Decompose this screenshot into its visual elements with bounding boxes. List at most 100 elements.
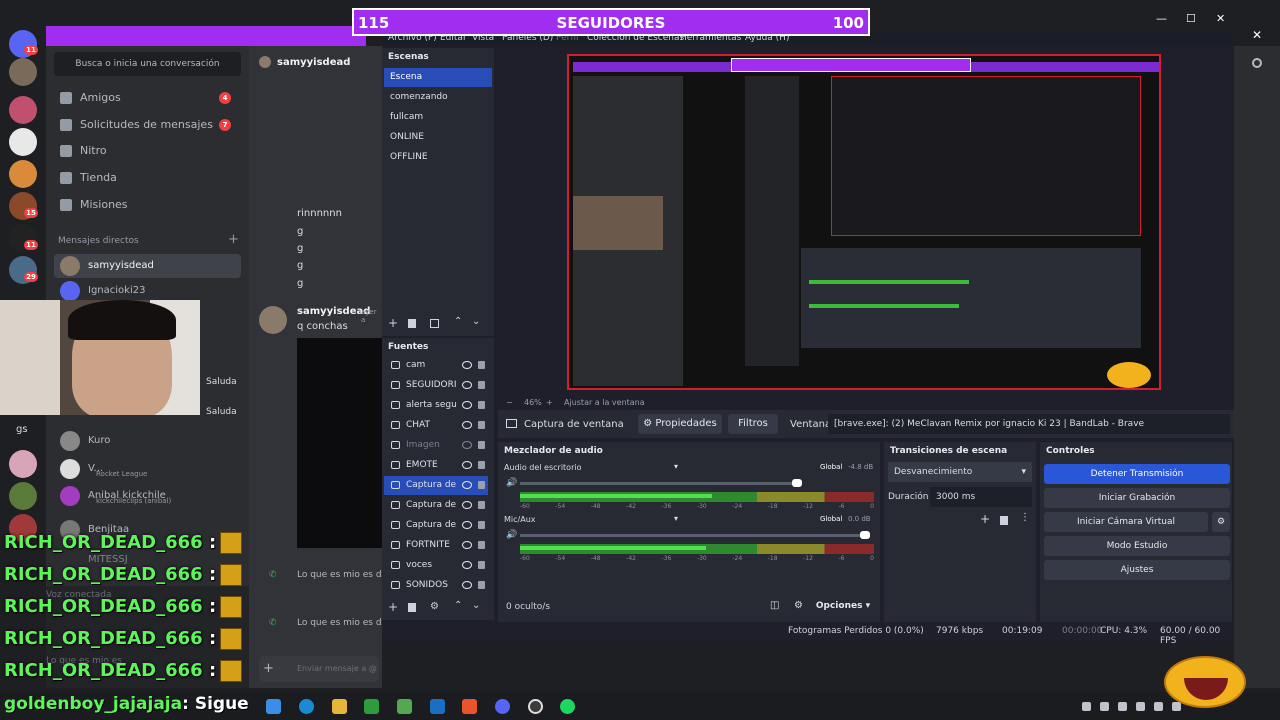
move-down-icon[interactable]: ⌄ xyxy=(472,316,480,327)
file-explorer-icon[interactable] xyxy=(332,699,347,714)
filters-button[interactable]: Filtros xyxy=(728,414,778,434)
options-button[interactable]: Opciones ▾ xyxy=(814,597,872,615)
spotify-icon[interactable] xyxy=(560,699,575,714)
store-icon[interactable] xyxy=(397,699,412,714)
volume-slider[interactable] xyxy=(520,482,798,485)
copilot-icon[interactable] xyxy=(266,699,281,714)
add-scene-icon[interactable]: + xyxy=(388,316,398,330)
close-icon[interactable]: ✕ xyxy=(1216,12,1225,25)
nav-message-requests[interactable]: Solicitudes de mensajes 7 xyxy=(54,113,241,137)
obs-icon[interactable] xyxy=(528,699,543,714)
eye-icon[interactable] xyxy=(462,581,472,589)
eye-icon[interactable] xyxy=(462,381,472,389)
brave-icon[interactable] xyxy=(462,699,477,714)
source-item[interactable]: CHAT xyxy=(384,416,488,435)
tray-icon[interactable] xyxy=(1118,702,1127,711)
fit-to-window[interactable]: Ajustar a la ventana xyxy=(564,398,645,407)
scene-filter-icon[interactable] xyxy=(430,319,439,328)
nav-shop[interactable]: Tienda xyxy=(54,166,241,190)
server-folder-label[interactable]: gs xyxy=(16,424,28,435)
layout-icon[interactable]: ◫ xyxy=(770,600,779,611)
lock-icon[interactable] xyxy=(478,521,485,529)
source-item[interactable]: Captura de xyxy=(384,516,488,535)
lock-icon[interactable] xyxy=(478,561,485,569)
close-icon[interactable]: ✕ xyxy=(1252,28,1262,42)
source-item[interactable]: SONIDOS xyxy=(384,576,488,595)
scene-item[interactable]: OFFLINE xyxy=(384,148,492,167)
source-item[interactable]: cam xyxy=(384,356,488,375)
discord-icon[interactable] xyxy=(495,699,510,714)
lock-icon[interactable] xyxy=(478,441,485,449)
eye-icon[interactable] xyxy=(462,481,472,489)
eye-icon[interactable] xyxy=(462,561,472,569)
add-dm-icon[interactable]: + xyxy=(228,232,239,247)
message-input[interactable]: + Enviar mensaje a @samyyisdead xyxy=(259,656,379,682)
duration-input[interactable]: 3000 ms xyxy=(930,487,1032,507)
dm-item[interactable]: Kuro xyxy=(54,429,241,453)
lock-icon[interactable] xyxy=(478,541,485,549)
eye-icon[interactable] xyxy=(462,401,472,409)
trash-icon[interactable] xyxy=(408,603,416,612)
eye-icon[interactable] xyxy=(462,421,472,429)
move-down-icon[interactable]: ⌄ xyxy=(472,600,480,611)
server-icon[interactable] xyxy=(9,160,37,188)
search-icon[interactable] xyxy=(1252,58,1262,68)
battery-icon[interactable] xyxy=(1172,702,1181,711)
lock-icon[interactable] xyxy=(478,481,485,489)
source-item[interactable]: Captura de xyxy=(384,496,488,515)
add-attachment-icon[interactable]: + xyxy=(263,661,274,676)
volume-icon[interactable] xyxy=(1154,702,1163,711)
nav-nitro[interactable]: Nitro xyxy=(54,139,241,163)
add-transition-icon[interactable]: + xyxy=(980,512,990,526)
transition-select[interactable]: Desvanecimiento ▾ xyxy=(888,462,1032,482)
mail-icon[interactable] xyxy=(430,699,445,714)
xbox-icon[interactable] xyxy=(364,699,379,714)
server-icon[interactable] xyxy=(9,482,37,510)
stop-streaming-button[interactable]: Detener Transmisión xyxy=(1044,464,1230,484)
start-recording-button[interactable]: Iniciar Grabación xyxy=(1044,488,1230,508)
trash-icon[interactable] xyxy=(408,319,416,328)
lock-icon[interactable] xyxy=(478,421,485,429)
edge-icon[interactable] xyxy=(299,699,314,714)
greet-button[interactable]: Saluda xyxy=(206,407,237,417)
nav-friends[interactable]: Amigos 4 xyxy=(54,86,241,110)
lock-icon[interactable] xyxy=(478,461,485,469)
move-up-icon[interactable]: ⌃ xyxy=(454,600,462,611)
trash-icon[interactable] xyxy=(1000,516,1008,525)
source-item[interactable]: FORTNITE xyxy=(384,536,488,555)
server-icon[interactable] xyxy=(9,128,37,156)
eye-icon[interactable] xyxy=(462,521,472,529)
dm-search-button[interactable]: Busca o inicia una conversación xyxy=(54,52,241,76)
zoom-in-icon[interactable]: + xyxy=(546,398,553,407)
volume-icon[interactable]: 🔊 xyxy=(506,530,517,540)
source-item[interactable]: voces xyxy=(384,556,488,575)
zoom-out-icon[interactable]: − xyxy=(506,398,513,407)
eye-hidden-icon[interactable] xyxy=(462,441,472,449)
eye-icon[interactable] xyxy=(462,501,472,509)
virtual-camera-button[interactable]: Iniciar Cámara Virtual xyxy=(1044,512,1208,532)
lock-icon[interactable] xyxy=(478,581,485,589)
chevron-down-icon[interactable]: ▾ xyxy=(674,514,678,523)
eye-icon[interactable] xyxy=(462,541,472,549)
move-up-icon[interactable]: ⌃ xyxy=(454,316,462,327)
gear-icon[interactable]: ⚙ xyxy=(430,601,439,612)
more-options-icon[interactable]: ⋮ xyxy=(1020,512,1030,523)
settings-button[interactable]: Ajustes xyxy=(1044,560,1230,580)
source-item[interactable]: EMOTE xyxy=(384,456,488,475)
server-icon[interactable] xyxy=(9,58,37,86)
eye-icon[interactable] xyxy=(462,361,472,369)
dm-item[interactable]: samyyisdead xyxy=(54,254,241,278)
nav-quests[interactable]: Misiones xyxy=(54,193,241,217)
window-select[interactable]: [brave.exe]: (2) MeClavan Remix por igna… xyxy=(828,414,1230,434)
source-item[interactable]: Captura de xyxy=(384,476,488,495)
volume-handle[interactable] xyxy=(860,531,870,539)
source-item[interactable]: SEGUIDORI xyxy=(384,376,488,395)
source-item[interactable]: Imagen xyxy=(384,436,488,455)
server-icon[interactable] xyxy=(9,96,37,124)
scene-item[interactable]: comenzando xyxy=(384,88,492,107)
scene-item[interactable]: Escena xyxy=(384,68,492,87)
video-embed[interactable] xyxy=(297,338,382,548)
add-source-icon[interactable]: + xyxy=(388,600,398,614)
chevron-down-icon[interactable]: ▾ xyxy=(674,462,678,471)
tray-icon[interactable] xyxy=(1100,702,1109,711)
